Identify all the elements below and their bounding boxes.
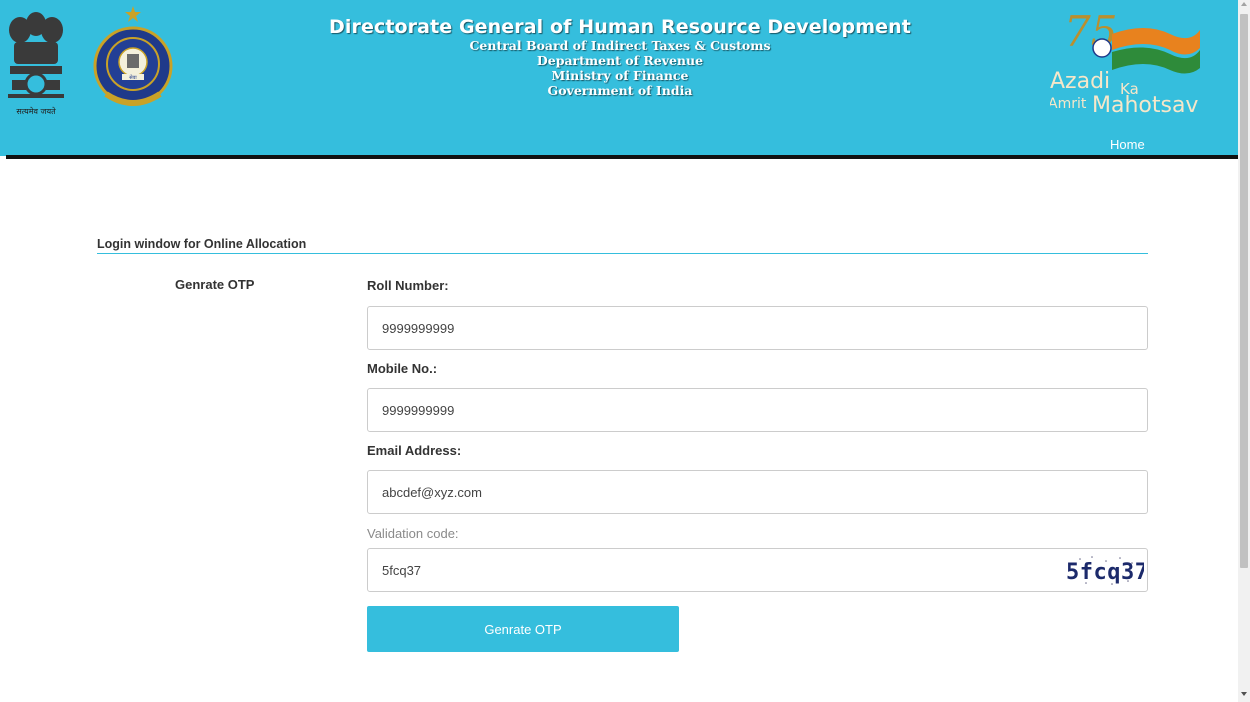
genrate-otp-button[interactable]: Genrate OTP — [367, 606, 679, 652]
emblem-motto: सत्यमेव जयते — [16, 106, 56, 116]
header-line-1: Central Board of Indirect Taxes & Custom… — [469, 38, 771, 53]
captcha-text: 5fcq37 — [1066, 560, 1144, 585]
mobile-number-label: Mobile No.: — [367, 361, 438, 376]
roll-number-label: Roll Number: — [367, 278, 449, 293]
side-label-genrate-otp: Genrate OTP — [175, 277, 255, 292]
azadi-line-4: Mahotsav — [1092, 93, 1198, 118]
validation-code-label: Validation code: — [367, 526, 459, 541]
section-title: Login window for Online Allocation — [97, 237, 307, 251]
nav-home-link[interactable]: Home — [1110, 137, 1145, 152]
header-divider — [6, 155, 1238, 159]
scroll-down-arrow-icon[interactable] — [1241, 692, 1247, 696]
email-address-input[interactable] — [367, 470, 1148, 514]
mobile-number-input[interactable] — [367, 388, 1148, 432]
site-header: सत्यमेव जयते सेवा Directorate General of… — [0, 0, 1238, 156]
national-emblem-icon: सत्यमेव जयते — [4, 4, 68, 118]
cbic-seal-icon: सेवा — [92, 4, 174, 116]
roll-number-input[interactable] — [367, 306, 1148, 350]
seal-text: सेवा — [129, 74, 137, 81]
header-line-2: Department of Revenue — [536, 53, 704, 68]
page-title: Directorate General of Human Resource De… — [329, 16, 911, 38]
azadi-line-3: Amrit — [1050, 96, 1087, 112]
header-line-4: Government of India — [547, 83, 693, 98]
azadi-line-1: Azadi — [1050, 69, 1110, 94]
email-address-label: Email Address: — [367, 443, 462, 458]
captcha-image: 5fcq37 — [1062, 553, 1148, 587]
header-line-3: Ministry of Finance — [551, 68, 689, 83]
scrollbar-thumb[interactable] — [1240, 14, 1248, 568]
azadi-ka-amrit-mahotsav-logo: 75 Azadi Ka Amrit Mahotsav — [1048, 4, 1240, 120]
vertical-scrollbar[interactable] — [1238, 0, 1250, 702]
validation-code-input[interactable] — [367, 548, 1148, 592]
section-divider — [97, 253, 1148, 254]
header-titles: Directorate General of Human Resource De… — [300, 16, 940, 98]
scroll-up-arrow-icon[interactable] — [1241, 2, 1247, 6]
